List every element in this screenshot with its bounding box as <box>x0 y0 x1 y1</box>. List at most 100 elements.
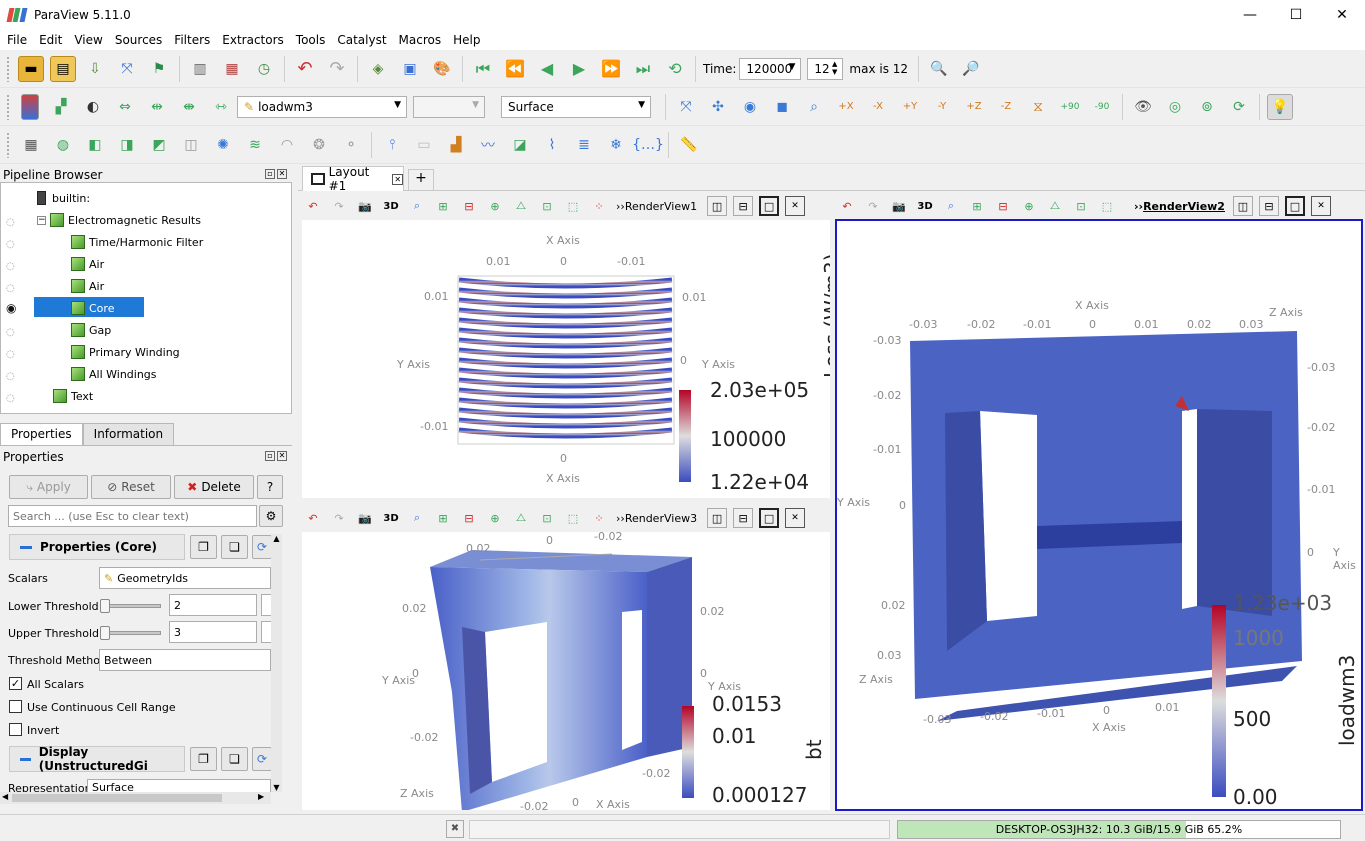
paste-icon[interactable]: ❏ <box>221 747 248 771</box>
capture-screenshot-icon[interactable]: 📷 <box>889 196 909 216</box>
memory-usage-bar[interactable]: DESKTOP-OS3JH32: 10.3 GiB/15.9 GiB 65.2% <box>897 820 1341 839</box>
zoom-box-icon[interactable]: ⌕ <box>407 508 427 528</box>
query-data-icon[interactable]: 🔎 <box>958 56 984 82</box>
reset-closest-icon[interactable]: ✣ <box>705 94 731 120</box>
slice-icon[interactable]: ◨ <box>114 132 140 158</box>
redo-camera-icon[interactable]: ↷ <box>329 196 349 216</box>
renderview3-title[interactable]: ››RenderView3 <box>616 512 697 525</box>
visibility-eye-icon[interactable]: ◌ <box>6 283 15 294</box>
capture-screenshot-icon[interactable]: 📷 <box>355 196 375 216</box>
clear-selection-icon[interactable]: ⁘ <box>589 508 609 528</box>
upper-threshold-input[interactable]: 3 <box>169 621 257 643</box>
visibility-eye-icon[interactable]: ◌ <box>6 261 15 272</box>
minimize-button[interactable]: — <box>1227 0 1273 30</box>
warp-vector-icon[interactable]: ◠ <box>274 132 300 158</box>
camera-undo-icon[interactable]: ▣ <box>397 56 423 82</box>
reset-button[interactable]: ⊘ Reset <box>91 475 171 499</box>
isometric-view-icon[interactable]: ⧖ <box>1025 94 1051 120</box>
copy-icon[interactable]: ❐ <box>190 535 217 559</box>
select-cells-icon[interactable]: ⊞ <box>433 196 453 216</box>
first-frame-icon[interactable]: ⏮ <box>470 56 496 82</box>
search-input[interactable] <box>8 505 257 527</box>
renderview1-canvas[interactable]: X Axis 0.01 0 -0.01 0.01 Y Axis -0.01 0.… <box>302 220 830 498</box>
visibility-eye-icon[interactable]: ◌ <box>6 239 15 250</box>
extract-subset-icon[interactable]: ◫ <box>178 132 204 158</box>
close-icon[interactable]: ✕ <box>277 451 287 461</box>
plot-data-icon[interactable]: 〰 <box>475 132 501 158</box>
refresh-icon[interactable]: ⟳ <box>252 747 272 771</box>
interaction-mode-icon[interactable]: 👁 <box>1130 94 1156 120</box>
toggle-3d-button[interactable]: 3D <box>381 196 401 216</box>
renderview1-title[interactable]: ››RenderView1 <box>616 200 697 213</box>
menu-edit[interactable]: Edit <box>34 33 67 47</box>
threshold-method-combo[interactable]: Between <box>99 649 271 671</box>
tree-item-time-filter[interactable]: Time/Harmonic Filter <box>71 231 203 253</box>
light-kit-icon[interactable]: 💡 <box>1267 93 1293 120</box>
toolbar-grip-3[interactable] <box>6 131 11 158</box>
select-points-icon[interactable]: ⊟ <box>459 196 479 216</box>
properties-dock-buttons[interactable]: ▫ ✕ <box>265 451 287 461</box>
toggle-3d-button[interactable]: 3D <box>381 508 401 528</box>
extract-selection-icon[interactable]: ⬚ <box>1097 196 1117 216</box>
close-status-button[interactable]: ✖ <box>446 820 464 838</box>
paste-icon[interactable]: ❏ <box>221 535 248 559</box>
contour-icon[interactable]: ◍ <box>50 132 76 158</box>
lower-threshold-slider[interactable] <box>100 599 161 613</box>
select-block-icon[interactable]: ⊡ <box>537 196 557 216</box>
undo-camera-icon[interactable]: ↶ <box>303 196 323 216</box>
menu-sources[interactable]: Sources <box>110 33 167 47</box>
split-vertical-icon[interactable]: ⊟ <box>733 508 754 528</box>
collapse-icon[interactable]: − <box>37 215 46 225</box>
maximize-view-icon[interactable]: □ <box>759 196 780 216</box>
layout-tab[interactable]: Layout #1 ✕ <box>302 165 404 193</box>
toolbar-grip[interactable] <box>6 55 11 82</box>
redo-camera-icon[interactable]: ↷ <box>863 196 883 216</box>
plot-over-line-icon[interactable]: ⫯ <box>379 132 405 158</box>
select-block-icon[interactable]: ⊡ <box>1071 196 1091 216</box>
view-minus-x-icon[interactable]: -X <box>865 94 891 120</box>
gear-icon[interactable]: ⚙ <box>259 505 283 527</box>
close-button[interactable]: ✕ <box>1319 0 1365 30</box>
tree-item-core[interactable]: Core <box>71 297 114 319</box>
connect-icon[interactable]: ⤧ <box>114 56 140 82</box>
select-polygon-icon[interactable]: ⧍ <box>511 196 531 216</box>
select-polygon-icon[interactable]: ⧍ <box>1045 196 1065 216</box>
clear-selection-icon[interactable]: ⁘ <box>589 196 609 216</box>
visibility-eye-icon[interactable]: ◌ <box>6 327 15 338</box>
section-display[interactable]: Display (UnstructuredGi <box>9 745 185 773</box>
zoom-box-icon[interactable]: ⌕ <box>941 196 961 216</box>
renderview2-title[interactable]: ››RenderView2 <box>1134 200 1225 213</box>
rescale-over-time-icon[interactable]: ⇼ <box>176 94 202 120</box>
redo-camera-icon[interactable]: ↷ <box>329 508 349 528</box>
select-points-icon[interactable]: ⊟ <box>459 508 479 528</box>
pipeline-dock-buttons[interactable]: ▫ ✕ <box>265 169 287 179</box>
scroll-up-arrow[interactable]: ▲ <box>271 534 282 543</box>
maximize-view-icon[interactable]: □ <box>1284 196 1305 216</box>
select-cells-icon[interactable]: ⊞ <box>967 196 987 216</box>
tree-item-builtin[interactable]: builtin: <box>37 187 90 209</box>
menu-file[interactable]: File <box>2 33 32 47</box>
rotate-minus-90-icon[interactable]: -90 <box>1089 94 1115 120</box>
pick-center-icon[interactable]: ⊚ <box>1194 94 1220 120</box>
plot-time-icon[interactable]: ◪ <box>507 132 533 158</box>
tree-item-all-windings[interactable]: All Windings <box>71 363 157 385</box>
menu-view[interactable]: View <box>69 33 107 47</box>
interactive-select-icon[interactable]: ⊕ <box>1019 196 1039 216</box>
last-frame-icon[interactable]: ⏭ <box>630 56 656 82</box>
maximize-button[interactable]: ☐ <box>1273 0 1319 30</box>
previous-frame-icon[interactable]: ⏪ <box>502 56 528 82</box>
tree-item-primary-winding[interactable]: Primary Winding <box>71 341 180 363</box>
rescale-temporal-icon[interactable]: ⇹ <box>144 94 170 120</box>
undo-camera-icon[interactable]: ↶ <box>303 508 323 528</box>
reset-session-icon[interactable]: ◈ <box>365 56 391 82</box>
tab-properties[interactable]: Properties <box>0 423 83 445</box>
rescale-data-icon[interactable]: ⇿ <box>208 94 234 120</box>
glyph-icon[interactable]: ✺ <box>210 132 236 158</box>
close-icon[interactable]: ✕ <box>392 173 403 185</box>
all-scalars-checkbox[interactable]: ✓ <box>9 677 22 690</box>
section-properties-core[interactable]: Properties (Core) <box>9 534 185 560</box>
palette-icon[interactable]: 🎨 <box>429 56 455 82</box>
lower-threshold-input[interactable]: 2 <box>169 594 257 616</box>
horizontal-scrollbar[interactable]: ◀ ▶ <box>0 792 271 804</box>
zoom-closest-icon[interactable]: ⌕ <box>801 94 827 120</box>
